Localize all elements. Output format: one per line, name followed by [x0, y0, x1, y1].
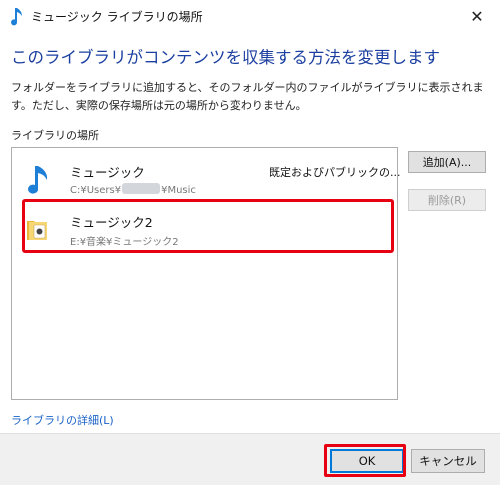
ok-highlight [324, 444, 406, 477]
redacted-username [122, 183, 161, 194]
selection-highlight [22, 199, 394, 253]
page-heading: このライブラリがコンテンツを収集する方法を変更します [11, 48, 440, 67]
list-item-music[interactable]: ミュージック C:¥Users¥ ¥Music 既定およびパブリックの... [13, 154, 401, 204]
close-icon: ✕ [470, 6, 484, 26]
title-bar: ミュージック ライブラリの場所 ✕ [0, 0, 500, 32]
cancel-button[interactable]: キャンセル [411, 449, 485, 473]
music-library-icon [11, 8, 22, 26]
locations-label: ライブラリの場所 [11, 129, 99, 142]
music-note-icon [28, 166, 48, 194]
window-title: ミュージック ライブラリの場所 [31, 10, 203, 24]
locations-list[interactable]: ミュージック C:¥Users¥ ¥Music 既定およびパブリックの... ミュ… [11, 147, 401, 400]
description-text: フォルダーをライブラリに追加すると、そのフォルダー内のファイルがライブラリに表示… [11, 81, 484, 112]
item-default-label: 既定およびパブリックの... [269, 166, 401, 179]
item-name: ミュージック [70, 165, 145, 180]
close-button[interactable]: ✕ [454, 0, 500, 32]
library-details-link[interactable]: ライブラリの詳細(L) [11, 412, 114, 428]
remove-button[interactable]: 削除(R) [408, 189, 486, 211]
add-button[interactable]: 追加(A)... [408, 151, 486, 173]
item-path: C:¥Users¥ ¥Music [70, 183, 196, 196]
